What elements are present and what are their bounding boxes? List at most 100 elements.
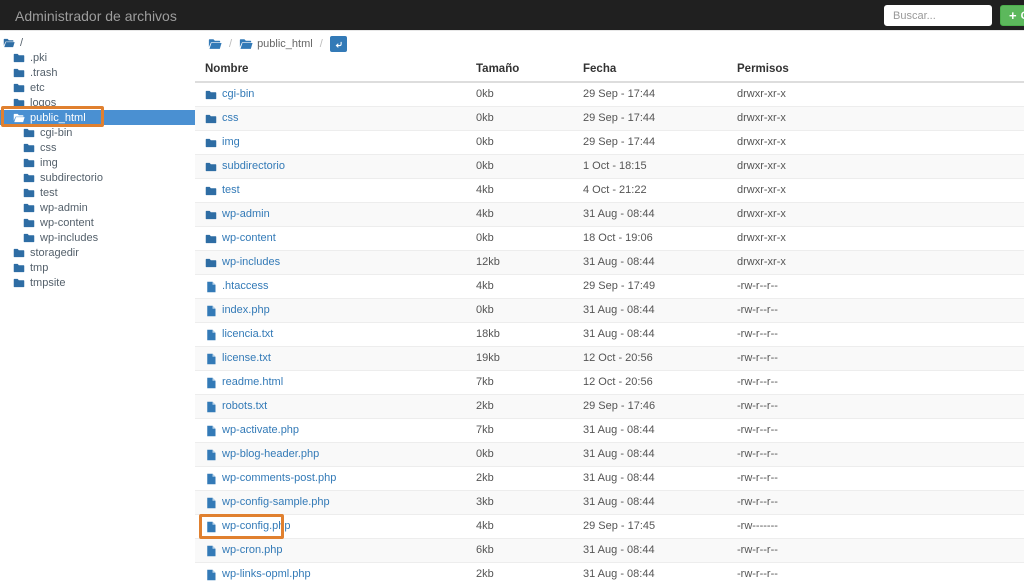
sidebar-item-subdirectorio[interactable]: subdirectorio — [0, 170, 195, 185]
app-title: Administrador de archivos — [15, 8, 177, 24]
size-cell: 12kb — [466, 250, 573, 275]
folder-icon — [23, 142, 35, 154]
sidebar-item-tmpsite[interactable]: tmpsite — [0, 275, 195, 290]
sidebar-item-etc[interactable]: etc — [0, 80, 195, 95]
size-cell: 0kb — [466, 298, 573, 323]
file-icon — [205, 521, 217, 533]
file-icon — [205, 497, 217, 509]
date-cell: 29 Sep - 17:46 — [573, 394, 727, 419]
sidebar-item-wp-includes[interactable]: wp-includes — [0, 230, 195, 245]
folder-link-test[interactable]: test — [222, 184, 240, 197]
folder-link-img[interactable]: img — [222, 136, 240, 149]
table-row: index.php 0kb 31 Aug - 08:44 -rw-r--r-- — [195, 298, 1024, 323]
folder-link-wp-admin[interactable]: wp-admin — [222, 208, 270, 221]
column-header-name[interactable]: Nombre — [195, 57, 466, 83]
file-icon — [205, 545, 217, 557]
name-cell: wp-cron.php — [195, 538, 466, 563]
name-cell: robots.txt — [195, 394, 466, 419]
breadcrumb-root[interactable] — [208, 37, 222, 51]
folder-icon — [13, 262, 25, 274]
file-link-htaccess[interactable]: .htaccess — [222, 280, 268, 293]
sidebar-item-css[interactable]: css — [0, 140, 195, 155]
size-cell: 6kb — [466, 538, 573, 563]
name-cell: cgi-bin — [195, 82, 466, 107]
folder-icon — [23, 232, 35, 244]
folder-icon — [23, 217, 35, 229]
table-row: wp-content 0kb 18 Oct - 19:06 drwxr-xr-x — [195, 226, 1024, 251]
perms-cell: -rw-r--r-- — [727, 538, 1024, 563]
sidebar-item-logos[interactable]: logos — [0, 95, 195, 110]
create-button-label: Cr — [1021, 10, 1024, 22]
column-header-date[interactable]: Fecha — [573, 57, 727, 83]
file-link-wp-config-sample-php[interactable]: wp-config-sample.php — [222, 496, 330, 509]
table-row: robots.txt 2kb 29 Sep - 17:46 -rw-r--r-- — [195, 394, 1024, 419]
date-cell: 31 Aug - 08:44 — [573, 298, 727, 323]
perms-cell: drwxr-xr-x — [727, 106, 1024, 131]
date-cell: 29 Sep - 17:49 — [573, 274, 727, 299]
file-link-wp-config-php[interactable]: wp-config.php — [222, 520, 291, 533]
sidebar-item-cgi-bin[interactable]: cgi-bin — [0, 125, 195, 140]
table-row: wp-cron.php 6kb 31 Aug - 08:44 -rw-r--r-- — [195, 538, 1024, 563]
breadcrumb-label: public_html — [257, 38, 313, 50]
sidebar-item-wp-admin[interactable]: wp-admin — [0, 200, 195, 215]
breadcrumb-separator: / — [319, 38, 323, 50]
file-link-licencia-txt[interactable]: licencia.txt — [222, 328, 273, 341]
create-button[interactable]: + Cr — [1000, 5, 1024, 26]
sidebar-item-storagedir[interactable]: storagedir — [0, 245, 195, 260]
folder-link-wp-includes[interactable]: wp-includes — [222, 256, 280, 269]
file-link-robots-txt[interactable]: robots.txt — [222, 400, 267, 413]
size-cell: 0kb — [466, 226, 573, 251]
perms-cell: -rw-r--r-- — [727, 298, 1024, 323]
file-link-license-txt[interactable]: license.txt — [222, 352, 271, 365]
size-cell: 7kb — [466, 370, 573, 395]
size-cell: 0kb — [466, 130, 573, 155]
sidebar-item-trash[interactable]: .trash — [0, 65, 195, 80]
tree-item-label: / — [20, 36, 24, 49]
folder-icon — [205, 161, 217, 173]
folder-link-css[interactable]: css — [222, 112, 239, 125]
date-cell: 31 Aug - 08:44 — [573, 538, 727, 563]
name-cell: test — [195, 178, 466, 203]
file-link-wp-cron-php[interactable]: wp-cron.php — [222, 544, 283, 557]
sidebar-item-pki[interactable]: .pki — [0, 50, 195, 65]
search-input[interactable] — [884, 5, 992, 26]
date-cell: 31 Aug - 08:44 — [573, 562, 727, 585]
date-cell: 31 Aug - 08:44 — [573, 466, 727, 491]
file-link-readme-html[interactable]: readme.html — [222, 376, 283, 389]
folder-link-subdirectorio[interactable]: subdirectorio — [222, 160, 285, 173]
column-header-size[interactable]: Tamaño — [466, 57, 573, 83]
breadcrumb-item-public-html[interactable]: public_html — [239, 37, 313, 51]
size-cell: 0kb — [466, 442, 573, 467]
plus-icon: + — [1009, 8, 1017, 23]
perms-cell: -rw-r--r-- — [727, 466, 1024, 491]
size-cell: 3kb — [466, 490, 573, 515]
folder-open-icon — [239, 37, 253, 51]
sidebar-item-tmp[interactable]: tmp — [0, 260, 195, 275]
perms-cell: -rw-r--r-- — [727, 370, 1024, 395]
folder-link-wp-content[interactable]: wp-content — [222, 232, 276, 245]
folder-link-cgi-bin[interactable]: cgi-bin — [222, 88, 254, 101]
sidebar-item-wp-content[interactable]: wp-content — [0, 215, 195, 230]
sidebar-item-img[interactable]: img — [0, 155, 195, 170]
table-row: readme.html 7kb 12 Oct - 20:56 -rw-r--r-- — [195, 370, 1024, 395]
folder-icon — [23, 172, 35, 184]
date-cell: 1 Oct - 18:15 — [573, 154, 727, 179]
file-link-wp-blog-header-php[interactable]: wp-blog-header.php — [222, 448, 319, 461]
up-level-button[interactable] — [329, 36, 347, 52]
up-arrow-icon — [334, 40, 343, 49]
sidebar-item-root[interactable]: / — [0, 35, 195, 50]
file-link-wp-activate-php[interactable]: wp-activate.php — [222, 424, 299, 437]
folder-icon — [205, 89, 217, 101]
tree-item-label: .pki — [30, 51, 48, 64]
tree-item-label: tmpsite — [30, 276, 66, 289]
sidebar-item-public-html[interactable]: public_html — [0, 110, 195, 125]
file-link-index-php[interactable]: index.php — [222, 304, 270, 317]
perms-cell: -rw-r--r-- — [727, 322, 1024, 347]
file-link-wp-links-opml-php[interactable]: wp-links-opml.php — [222, 568, 311, 581]
table-row: wp-admin 4kb 31 Aug - 08:44 drwxr-xr-x — [195, 202, 1024, 227]
sidebar-item-test[interactable]: test — [0, 185, 195, 200]
file-link-wp-comments-post-php[interactable]: wp-comments-post.php — [222, 472, 336, 485]
folder-icon — [13, 247, 25, 259]
table-row: wp-config.php 4kb 29 Sep - 17:45 -rw------- — [195, 514, 1024, 539]
column-header-perms[interactable]: Permisos — [727, 57, 1024, 83]
